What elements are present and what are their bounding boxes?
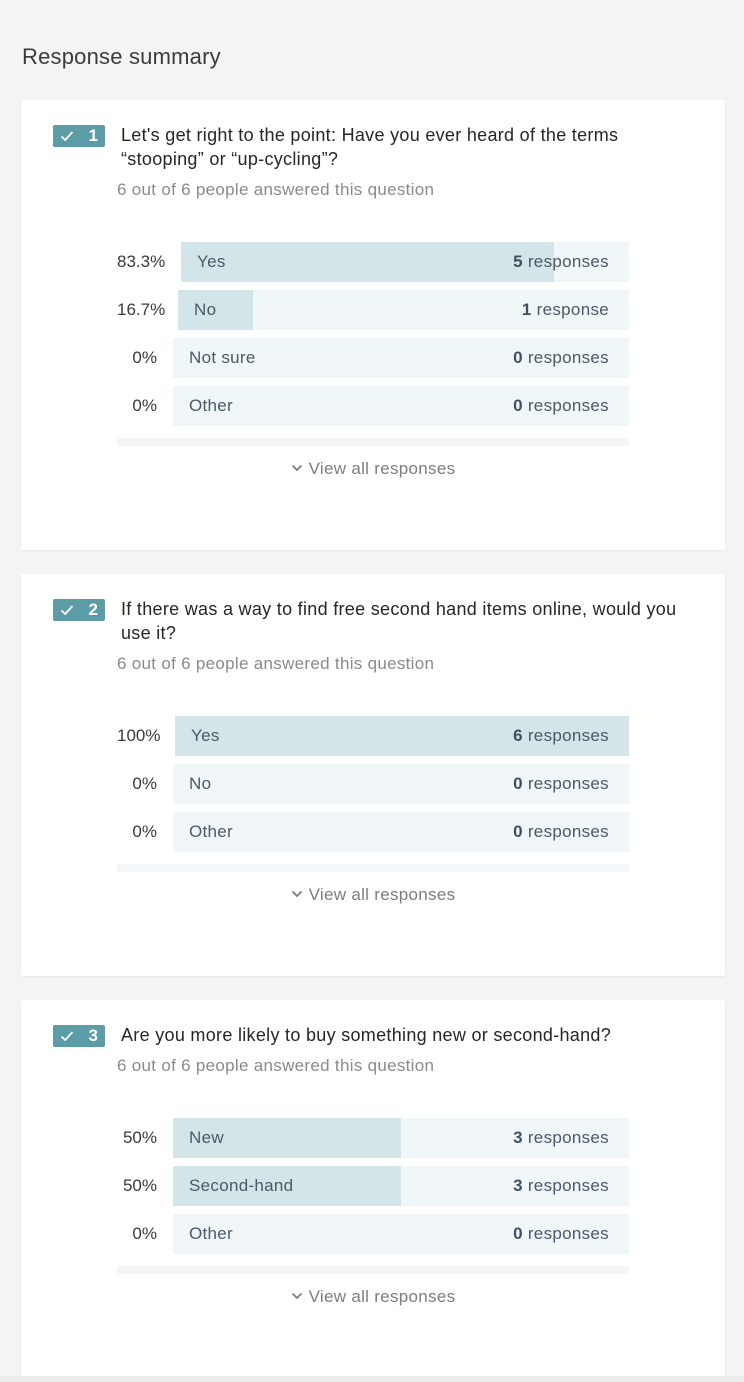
answer-label: Yes (191, 726, 220, 745)
divider (117, 864, 629, 872)
check-icon (60, 605, 74, 616)
answer-count: 5 responses (513, 252, 609, 271)
answer-label: Other (189, 822, 234, 841)
answered-count: 6 out of 6 people answered this question (117, 654, 435, 673)
answer-count: 0 responses (513, 822, 609, 841)
question-card-3: 3 Are you more likely to buy something n… (21, 1000, 725, 1382)
answer-percentage: 100% (117, 726, 161, 745)
answer-count: 0 responses (513, 396, 609, 415)
question-number: 2 (88, 600, 98, 619)
answer-row: 16.7% No 1 response (117, 290, 629, 330)
answer-row: 0% Other 0 responses (117, 812, 629, 852)
answer-count: 0 responses (513, 1224, 609, 1243)
answer-bar: Second-hand 3 responses (173, 1166, 629, 1206)
answer-count: 3 responses (513, 1176, 609, 1195)
answer-label: New (189, 1128, 224, 1147)
answer-row: 50% New 3 responses (117, 1118, 629, 1158)
answered-count: 6 out of 6 people answered this question (117, 1056, 435, 1075)
question-number: 3 (88, 1026, 98, 1045)
view-all-responses-link[interactable]: View all responses (21, 1287, 725, 1307)
answer-count: 0 responses (513, 348, 609, 367)
answer-percentage: 50% (122, 1176, 157, 1195)
answer-bar: Yes 6 responses (175, 716, 629, 756)
check-icon (60, 131, 74, 142)
answer-percentage: 0% (132, 396, 157, 415)
question-title: Are you more likely to buy something new… (121, 1025, 612, 1045)
answer-bar: Yes 5 responses (181, 242, 629, 282)
answer-bar: No 1 response (178, 290, 629, 330)
answer-bar-fill (181, 242, 555, 282)
chevron-down-icon (291, 890, 302, 898)
divider (117, 1266, 629, 1274)
answer-row: 100% Yes 6 responses (117, 716, 629, 756)
page-bottom-edge (0, 1376, 744, 1382)
question-title: Let's get right to the point: Have you e… (121, 125, 619, 169)
question-title: If there was a way to find free second h… (121, 599, 677, 643)
page-title: Response summary (22, 44, 221, 69)
answer-percentage: 0% (132, 348, 157, 367)
answer-percentage: 0% (132, 774, 157, 793)
answer-row: 0% Other 0 responses (117, 386, 629, 426)
answer-row: 0% Not sure 0 responses (117, 338, 629, 378)
check-icon (60, 1031, 74, 1042)
answer-percentage: 0% (132, 1224, 157, 1243)
answered-count: 6 out of 6 people answered this question (117, 180, 435, 199)
answer-label: No (194, 300, 217, 319)
answer-percentage: 0% (132, 822, 157, 841)
answer-percentage: 16.7% (117, 300, 166, 319)
divider (117, 438, 629, 446)
answer-count: 6 responses (513, 726, 609, 745)
view-all-responses-link[interactable]: View all responses (21, 459, 725, 479)
answer-bar: Other 0 responses (173, 812, 629, 852)
answer-count: 1 response (521, 300, 609, 319)
question-card-1: 1 Let's get right to the point: Have you… (21, 100, 725, 550)
answer-count: 0 responses (513, 774, 609, 793)
question-number-badge: 3 (53, 1025, 105, 1047)
answer-bar: No 0 responses (173, 764, 629, 804)
answer-label: Not sure (189, 348, 256, 367)
question-number: 1 (88, 126, 98, 145)
chevron-down-icon (291, 464, 302, 472)
answer-label: Second-hand (189, 1176, 294, 1195)
answer-bar: Not sure 0 responses (173, 338, 629, 378)
answer-bar: Other 0 responses (173, 386, 629, 426)
answer-count: 3 responses (513, 1128, 609, 1147)
answer-percentage: 50% (122, 1128, 157, 1147)
question-number-badge: 1 (53, 125, 105, 147)
answer-label: Other (189, 1224, 234, 1243)
answer-label: No (189, 774, 212, 793)
view-all-responses-link[interactable]: View all responses (21, 885, 725, 905)
answer-label: Other (189, 396, 234, 415)
answer-percentage: 83.3% (117, 252, 166, 271)
answer-row: 0% No 0 responses (117, 764, 629, 804)
answer-row: 83.3% Yes 5 responses (117, 242, 629, 282)
question-card-2: 2 If there was a way to find free second… (21, 574, 725, 976)
question-number-badge: 2 (53, 599, 105, 621)
answer-bar: Other 0 responses (173, 1214, 629, 1254)
chevron-down-icon (291, 1292, 302, 1300)
answer-row: 0% Other 0 responses (117, 1214, 629, 1254)
answer-row: 50% Second-hand 3 responses (117, 1166, 629, 1206)
answer-label: Yes (197, 252, 226, 271)
answer-bar: New 3 responses (173, 1118, 629, 1158)
